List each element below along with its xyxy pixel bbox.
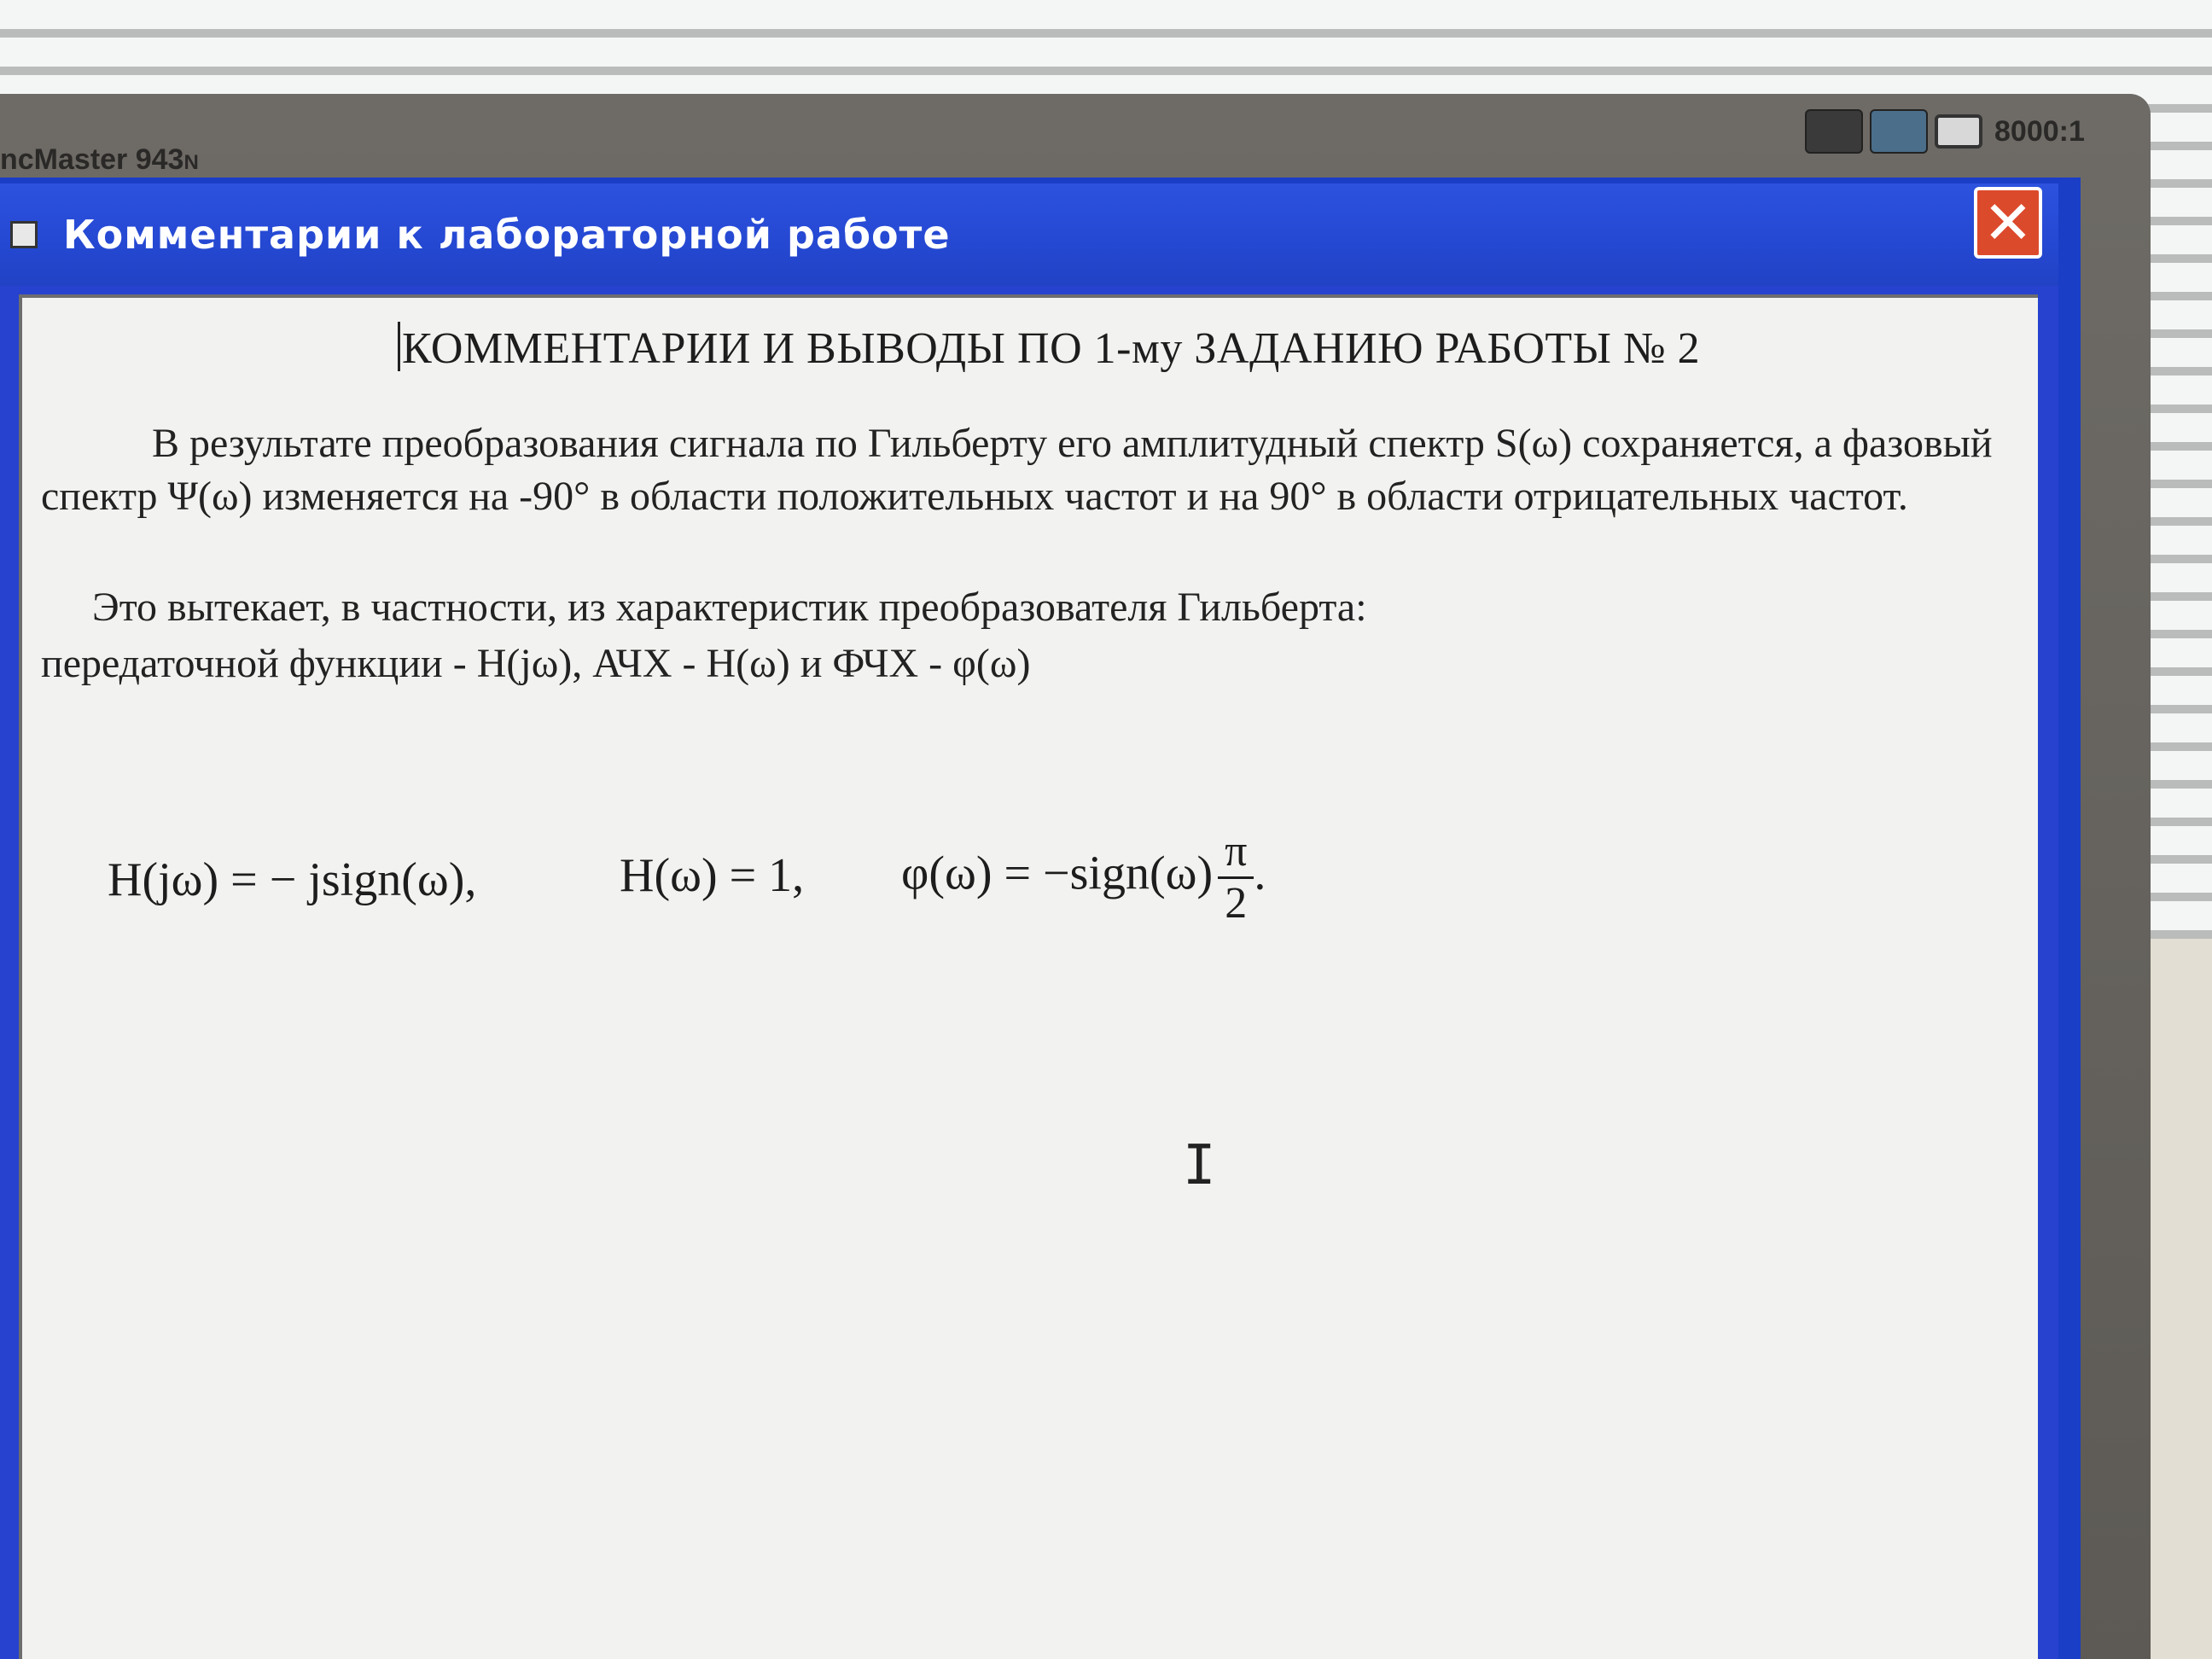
window-titlebar[interactable]: Комментарии к лабораторной работе ✕	[0, 183, 2058, 286]
formula-transfer-function: H(jω) = − jsign(ω),	[108, 853, 477, 906]
monitor-model-label: ncMaster 943N	[0, 143, 199, 176]
window-app-icon	[10, 221, 38, 248]
monitor-badges: 8000:1	[1805, 109, 2085, 154]
ibeam-cursor-icon: I	[1183, 1134, 1216, 1197]
paragraph-2: Это вытекает, в частности, из характерис…	[92, 585, 1367, 630]
formula-amplitude-response: H(ω) = 1,	[620, 849, 805, 902]
text-caret	[398, 322, 400, 371]
document-area[interactable]: КОММЕНТАРИИ И ВЫВОДЫ ПО 1-му ЗАДАНИЮ РАБ…	[19, 294, 2038, 1659]
battery-icon	[1935, 114, 1982, 148]
window-title: Комментарии к лабораторной работе	[63, 212, 951, 258]
contrast-ratio-label: 8000:1	[1994, 114, 2085, 148]
close-button[interactable]: ✕	[1974, 187, 2042, 259]
formula-fraction: π2	[1218, 827, 1254, 928]
tco-badge-icon	[1805, 109, 1863, 154]
document-heading: КОММЕНТАРИИ И ВЫВОДЫ ПО 1-му ЗАДАНИЮ РАБ…	[398, 322, 1700, 374]
paragraph-1: В результате преобразования сигнала по Г…	[41, 421, 1993, 519]
paragraph-3: передаточной функции - H(jω), АЧХ - H(ω)…	[41, 641, 1031, 686]
close-icon: ✕	[1982, 188, 2034, 258]
formula-phase-response: φ(ω) = −sign(ω) π 2.	[901, 827, 1266, 928]
app-window: Комментарии к лабораторной работе ✕ КОММ…	[0, 183, 2058, 1659]
energy-badge-icon	[1870, 109, 1928, 154]
